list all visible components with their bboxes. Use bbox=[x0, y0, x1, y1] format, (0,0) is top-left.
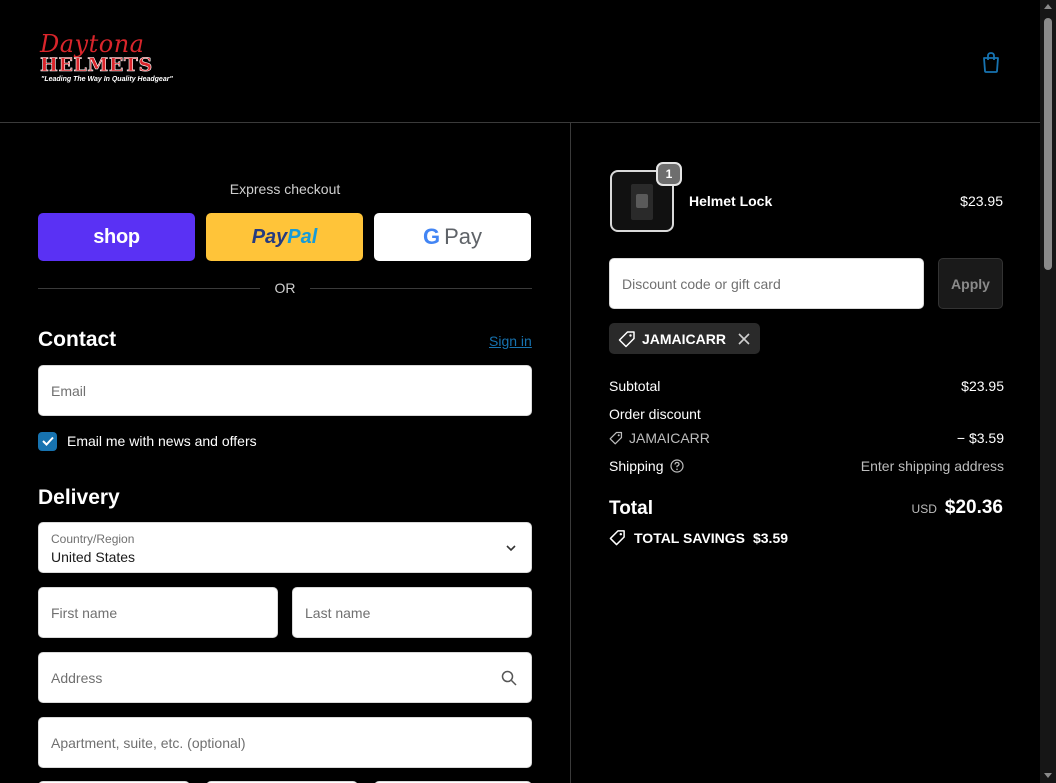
scroll-up-arrow[interactable] bbox=[1044, 4, 1052, 9]
applied-code-label: JAMAICARR bbox=[642, 330, 726, 347]
header: Daytona HELMETS "Leading The Way In Qual… bbox=[0, 0, 1040, 123]
scrollbar-thumb[interactable] bbox=[1044, 18, 1052, 270]
apartment-input[interactable] bbox=[39, 718, 531, 767]
country-value: United States bbox=[51, 549, 136, 565]
savings-value: $3.59 bbox=[752, 529, 789, 546]
shipping-label: Shipping bbox=[609, 458, 664, 474]
newsletter-label: Email me with news and offers bbox=[67, 433, 257, 449]
total-label: Total bbox=[609, 498, 653, 519]
paypal-label-b: Pal bbox=[287, 225, 318, 248]
remove-discount-icon[interactable] bbox=[738, 332, 750, 345]
column-divider bbox=[570, 123, 571, 783]
product-price: $23.95 bbox=[960, 193, 1003, 209]
shipping-row: Shipping Enter shipping address bbox=[609, 458, 1004, 474]
discount-code-input[interactable] bbox=[610, 259, 923, 308]
shopping-bag-icon[interactable] bbox=[980, 50, 1002, 74]
savings-label: TOTAL SAVINGS bbox=[634, 529, 745, 546]
tag-icon bbox=[609, 431, 623, 445]
shipping-value: Enter shipping address bbox=[860, 458, 1004, 474]
country-select[interactable]: Country/Region United States bbox=[38, 522, 532, 573]
tag-icon bbox=[618, 330, 635, 347]
delivery-title: Delivery bbox=[38, 486, 120, 509]
applied-discount-chip: JAMAICARR bbox=[609, 323, 760, 354]
paypal-label-a: Pay bbox=[251, 225, 288, 248]
discount-code-field[interactable] bbox=[609, 258, 924, 309]
order-discount-label: Order discount bbox=[609, 406, 701, 422]
tag-icon bbox=[609, 530, 625, 546]
total-savings: TOTAL SAVINGS $3.59 bbox=[609, 529, 788, 546]
sign-in-link[interactable]: Sign in bbox=[489, 333, 532, 349]
quantity-badge: 1 bbox=[656, 162, 682, 186]
search-icon bbox=[501, 670, 517, 686]
or-separator: OR bbox=[38, 280, 532, 298]
google-g-icon: G bbox=[422, 224, 441, 249]
checkmark-icon bbox=[41, 436, 54, 446]
country-label: Country/Region bbox=[51, 532, 135, 546]
address-input[interactable] bbox=[39, 653, 531, 702]
discount-code-label: JAMAICARR bbox=[629, 430, 710, 446]
discount-code-row: JAMAICARR − $3.59 bbox=[609, 430, 1004, 446]
discount-value: − $3.59 bbox=[956, 430, 1004, 446]
chevron-down-icon bbox=[506, 545, 516, 552]
newsletter-option[interactable]: Email me with news and offers bbox=[38, 431, 257, 451]
scroll-down-arrow[interactable] bbox=[1044, 773, 1052, 778]
first-name-input[interactable] bbox=[39, 588, 277, 637]
express-checkout-title: Express checkout bbox=[229, 181, 341, 197]
order-discount-row: Order discount bbox=[609, 406, 1004, 422]
contact-title: Contact bbox=[38, 328, 117, 351]
logo-block-text: HELMETS bbox=[40, 54, 153, 76]
last-name-input[interactable] bbox=[293, 588, 531, 637]
paypal-button[interactable]: Pay Pal bbox=[206, 213, 363, 261]
apply-button[interactable]: Apply bbox=[938, 258, 1003, 309]
shop-pay-button[interactable]: shop bbox=[38, 213, 195, 261]
logo-tagline: "Leading The Way In Quality Headgear" bbox=[41, 76, 173, 83]
subtotal-value: $23.95 bbox=[961, 378, 1004, 394]
apartment-field[interactable] bbox=[38, 717, 532, 768]
address-field[interactable] bbox=[38, 652, 532, 703]
email-field[interactable] bbox=[38, 365, 532, 416]
help-icon[interactable] bbox=[669, 459, 684, 473]
total-value: $20.36 bbox=[944, 497, 1003, 518]
email-input[interactable] bbox=[39, 366, 531, 415]
first-name-field[interactable] bbox=[38, 587, 278, 638]
scrollbar[interactable] bbox=[1040, 0, 1056, 783]
last-name-field[interactable] bbox=[292, 587, 532, 638]
shop-pay-label: shop bbox=[93, 225, 140, 248]
google-pay-label: Pay bbox=[444, 224, 483, 249]
daytona-helmets-logo[interactable]: Daytona HELMETS "Leading The Way In Qual… bbox=[38, 30, 183, 88]
google-pay-button[interactable]: G Pay bbox=[374, 213, 531, 261]
product-name: Helmet Lock bbox=[689, 193, 773, 209]
total-value-group: USD $20.36 bbox=[912, 497, 1003, 519]
total-currency: USD bbox=[911, 502, 937, 516]
newsletter-checkbox[interactable] bbox=[38, 431, 57, 451]
subtotal-label: Subtotal bbox=[609, 378, 661, 394]
subtotal-row: Subtotal $23.95 bbox=[609, 378, 1004, 394]
